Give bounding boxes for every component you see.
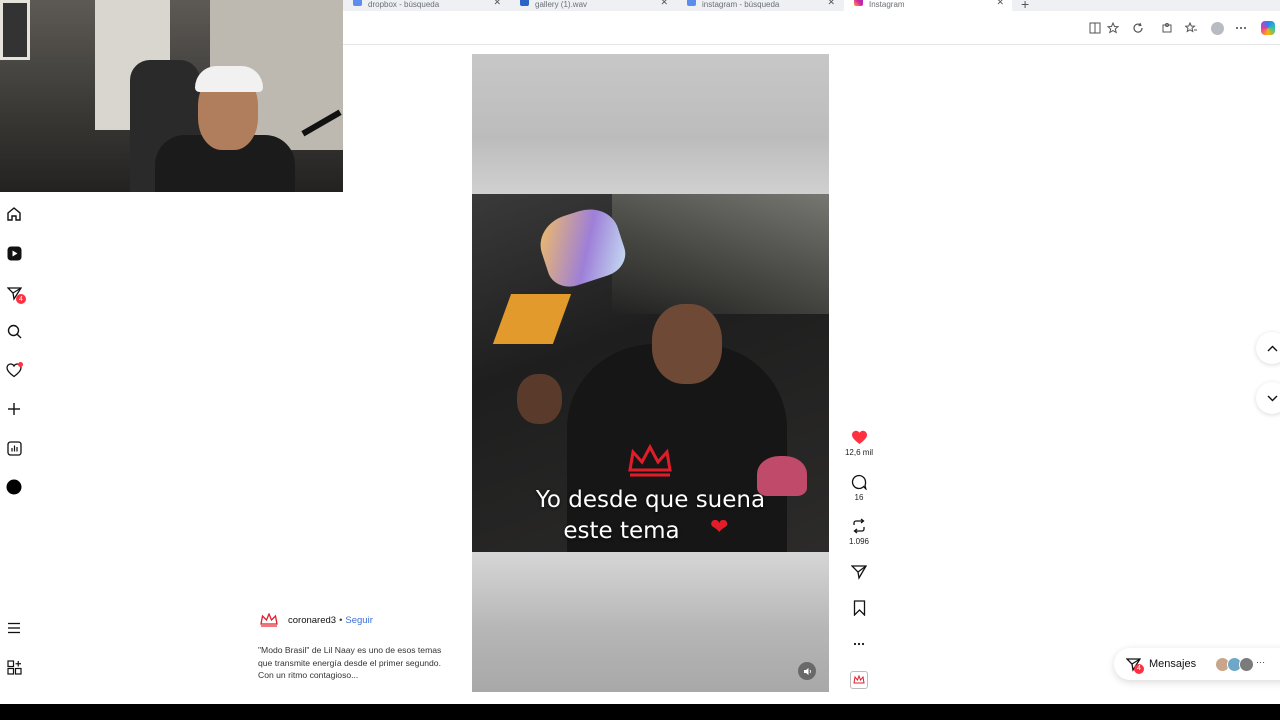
comment-action[interactable]: 16	[842, 473, 876, 502]
dashboard-icon[interactable]	[5, 439, 23, 457]
volume-icon[interactable]	[798, 662, 816, 680]
menu-icon[interactable]	[5, 619, 23, 637]
profile-avatar[interactable]	[1209, 20, 1225, 36]
notification-dot	[18, 362, 23, 367]
bookmark-icon[interactable]	[850, 599, 868, 617]
post-description[interactable]: "Modo Brasil" de Lil Naay es uno de esos…	[258, 644, 454, 682]
close-tab-icon[interactable]: ✕	[660, 0, 668, 8]
video-caption-line1: Yo desde que suena	[535, 487, 766, 513]
separator-dot: •	[339, 614, 343, 626]
tab-label: Instagram	[869, 0, 905, 9]
copilot-icon[interactable]	[1260, 20, 1276, 36]
reel-blur-top	[472, 54, 829, 194]
tab-instagram-search[interactable]: instagram - búsqueda ✕	[677, 0, 843, 11]
video-caption-line2: este tema	[563, 518, 680, 544]
previous-reel-button[interactable]	[1256, 332, 1280, 364]
share-icon[interactable]	[850, 563, 868, 581]
more-conversations-indicator: ···	[1256, 656, 1266, 667]
favorite-star-icon[interactable]	[1105, 20, 1121, 36]
author-username[interactable]: coronared3	[288, 615, 336, 626]
save-action[interactable]	[842, 599, 876, 617]
video-orange-flag	[492, 294, 572, 344]
messages-count-badge: 4	[1134, 663, 1144, 674]
tab-gallery[interactable]: gallery (1).wav ✕	[510, 0, 676, 11]
tab-label: dropbox - búsqueda	[368, 0, 440, 9]
like-action[interactable]: 12,6 mil	[842, 428, 876, 457]
tab-label: gallery (1).wav	[535, 0, 588, 9]
audio-track-thumbnail[interactable]	[850, 671, 868, 689]
like-count: 12,6 mil	[844, 448, 873, 457]
search-tab-icon	[353, 0, 362, 6]
video-tree-branches	[612, 194, 829, 314]
taskbar-strip	[0, 704, 1280, 720]
reel-video[interactable]: Yo desde que suena este tema ❤	[472, 194, 829, 552]
browser-tab-bar: dropbox - búsqueda ✕ gallery (1).wav ✕ i…	[343, 0, 1280, 11]
repost-action[interactable]: 1.096	[842, 517, 876, 546]
author-avatar[interactable]	[260, 613, 278, 627]
reels-icon[interactable]	[5, 244, 23, 262]
profile-icon[interactable]	[5, 478, 23, 496]
post-author-row: coronared3 • Seguir	[260, 613, 373, 627]
heart-emoji-icon: ❤	[710, 514, 729, 539]
repost-count: 1.096	[848, 537, 870, 546]
create-icon[interactable]	[5, 400, 23, 418]
share-action[interactable]	[842, 563, 876, 581]
webcam-headphones	[195, 66, 263, 92]
chevron-down-icon	[1267, 395, 1278, 401]
crown-icon	[628, 444, 672, 477]
close-tab-icon[interactable]: ✕	[996, 0, 1004, 8]
chevron-up-icon	[1267, 345, 1278, 351]
crown-icon	[853, 675, 865, 684]
close-tab-icon[interactable]: ✕	[493, 0, 501, 8]
messages-button[interactable]: 4 Mensajes ···	[1114, 648, 1280, 680]
search-icon[interactable]	[5, 322, 23, 340]
more-options-icon[interactable]	[1233, 20, 1249, 36]
video-crowd-face	[517, 374, 562, 424]
address-bar	[343, 11, 1280, 45]
more-apps-icon[interactable]	[5, 658, 23, 676]
video-person-face	[652, 304, 722, 384]
direct-messages-icon[interactable]: 4	[5, 284, 26, 304]
search-tab-icon	[687, 0, 696, 6]
favorites-bar-icon[interactable]	[1183, 20, 1199, 36]
comment-count: 16	[854, 493, 864, 502]
reel-blur-bottom	[472, 552, 829, 692]
close-tab-icon[interactable]: ✕	[827, 0, 835, 8]
refresh-icon[interactable]	[1130, 20, 1146, 36]
follow-button[interactable]: Seguir	[345, 615, 372, 626]
heart-filled-icon[interactable]	[850, 428, 868, 446]
instagram-tab-icon	[854, 0, 863, 6]
webcam-window	[0, 0, 30, 60]
next-reel-button[interactable]	[1256, 382, 1280, 414]
tab-dropbox[interactable]: dropbox - búsqueda ✕	[343, 0, 509, 11]
tab-instagram[interactable]: Instagram ✕	[844, 0, 1012, 11]
more-action[interactable]	[842, 635, 876, 653]
notifications-icon[interactable]	[5, 361, 23, 379]
direct-messages-icon: 4	[1126, 657, 1144, 674]
tab-label: instagram - búsqueda	[702, 0, 780, 9]
messages-label: Mensajes	[1149, 658, 1197, 670]
new-tab-button[interactable]: +	[1021, 0, 1029, 11]
home-icon[interactable]	[5, 205, 23, 223]
file-tab-icon	[520, 0, 529, 6]
repost-icon[interactable]	[850, 517, 868, 535]
webcam-overlay	[0, 0, 343, 192]
split-screen-icon[interactable]	[1087, 20, 1103, 36]
more-options-icon[interactable]	[850, 635, 868, 653]
message-avatars: ···	[1215, 656, 1266, 672]
extensions-icon[interactable]	[1159, 20, 1175, 36]
avatar	[1239, 656, 1255, 672]
comment-icon[interactable]	[850, 473, 868, 491]
messages-count-badge: 4	[16, 294, 26, 304]
